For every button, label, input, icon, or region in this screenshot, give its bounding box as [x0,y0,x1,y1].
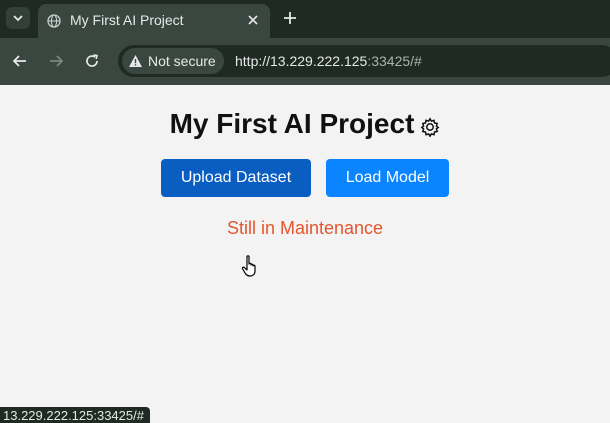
browser-toolbar: Not secure http://13.229.222.125:33425/# [0,38,610,85]
reload-button[interactable] [81,50,103,72]
plus-icon [284,12,296,24]
page-header: My First AI Project [0,108,610,140]
warning-icon [129,55,142,67]
tab-strip: My First AI Project [0,0,610,38]
security-label: Not secure [148,53,216,69]
tab-close-button[interactable] [244,11,262,29]
browser-tab-active[interactable]: My First AI Project [38,4,270,38]
gear-icon[interactable] [420,117,440,137]
url-host: http://13.229.222.125 [235,53,368,69]
arrow-right-icon [50,55,63,67]
new-tab-button[interactable] [278,7,302,29]
reload-icon [86,54,98,67]
chevron-down-icon [13,14,23,21]
action-buttons: Upload Dataset Load Model [0,159,610,197]
tab-title: My First AI Project [70,12,184,28]
upload-dataset-button[interactable]: Upload Dataset [161,159,311,197]
url-path: :33425/# [367,53,422,69]
arrow-left-icon [13,55,26,67]
close-icon [248,15,258,25]
security-indicator[interactable]: Not secure [122,48,224,74]
load-model-button[interactable]: Load Model [326,159,449,197]
page-title: My First AI Project [169,108,415,139]
address-bar[interactable]: Not secure http://13.229.222.125:33425/# [118,45,610,77]
hand-cursor-icon [241,255,256,277]
tab-search-button[interactable] [6,7,30,29]
forward-button[interactable] [45,50,67,72]
link-status-bubble: 13.229.222.125:33425/# [0,407,150,423]
maintenance-notice: Still in Maintenance [226,218,384,238]
url-text[interactable]: http://13.229.222.125:33425/# [235,53,422,69]
globe-icon [47,14,61,28]
back-button[interactable] [9,50,31,72]
